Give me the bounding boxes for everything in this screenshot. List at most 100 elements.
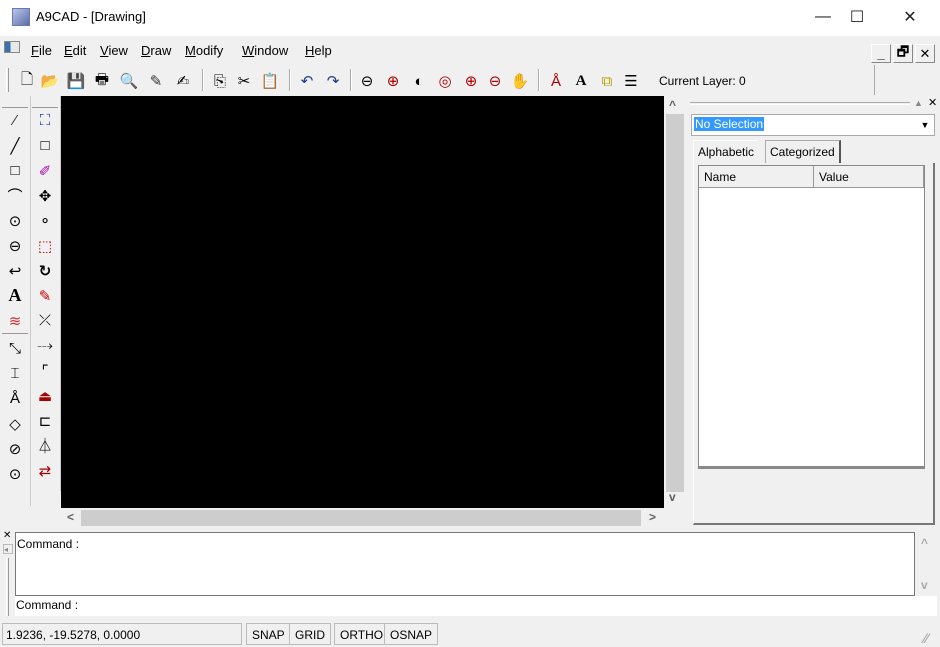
paste-icon[interactable]: 📋: [259, 70, 281, 92]
menu-draw[interactable]: Draw: [141, 43, 171, 58]
hatch-icon[interactable]: ≋: [2, 308, 28, 333]
zoom-out-icon[interactable]: ⊖: [484, 70, 506, 92]
mdi-close-button[interactable]: ✕: [915, 44, 935, 63]
panel-close-icon[interactable]: ✕: [928, 96, 937, 109]
properties-pen-icon[interactable]: ✎: [145, 70, 167, 92]
vertical-scrollbar[interactable]: ^ v: [664, 96, 686, 508]
print-icon[interactable]: 🖶: [91, 70, 113, 92]
text-icon[interactable]: A: [2, 283, 28, 308]
break-icon[interactable]: ⇄: [32, 458, 58, 483]
circle-icon[interactable]: ⊙: [2, 208, 28, 233]
arc-icon[interactable]: ⌒: [2, 183, 28, 208]
redo-icon[interactable]: ↷: [322, 70, 344, 92]
menu-help[interactable]: Help: [305, 43, 332, 58]
snap-toggle[interactable]: SNAP: [246, 623, 291, 645]
undo-icon[interactable]: ↶: [296, 70, 318, 92]
new-file-icon[interactable]: 🗋: [16, 70, 38, 92]
copy-object-icon[interactable]: ⚬: [32, 208, 58, 233]
ray-line-icon[interactable]: ⁄: [2, 108, 28, 133]
scroll-right-icon[interactable]: >: [649, 510, 656, 524]
open-folder-icon[interactable]: 📂: [39, 70, 61, 92]
blocks-icon[interactable]: ⧉: [596, 70, 618, 92]
erase-icon[interactable]: ✐: [32, 158, 58, 183]
save-icon[interactable]: 💾: [65, 70, 87, 92]
mdi-minimize-button[interactable]: _: [871, 44, 891, 63]
fillet-icon[interactable]: ⌜: [32, 358, 58, 383]
select-window-icon[interactable]: □: [32, 133, 58, 158]
scroll-left-icon[interactable]: <: [67, 510, 74, 524]
resize-grip-icon[interactable]: ⁄⁄: [924, 630, 929, 646]
diameter-dimension-icon[interactable]: ⊘: [2, 436, 28, 461]
selection-dropdown[interactable]: No Selection ▼: [691, 114, 935, 136]
menu-view[interactable]: View: [100, 43, 128, 58]
extend-icon[interactable]: ⤏: [32, 333, 58, 358]
match-properties-icon[interactable]: ✍: [172, 70, 194, 92]
scroll-track[interactable]: [666, 114, 684, 492]
toolbar-grip[interactable]: [32, 96, 58, 108]
aligned-dimension-icon[interactable]: ⤡: [2, 336, 28, 361]
panel-grip[interactable]: [690, 102, 910, 105]
copy-icon[interactable]: ⎘: [209, 70, 231, 92]
stretch-icon[interactable]: ⊏: [32, 408, 58, 433]
angular-dimension-icon[interactable]: ◇: [2, 411, 28, 436]
dimension-text-icon[interactable]: Å: [545, 70, 567, 92]
toolbar-grip[interactable]: [2, 96, 28, 108]
menu-edit[interactable]: Edit: [64, 43, 86, 58]
command-history[interactable]: Command :: [15, 532, 915, 596]
tab-alphabetic[interactable]: Alphabetic: [693, 140, 759, 163]
menu-modify[interactable]: Modify: [185, 43, 223, 58]
drawing-canvas[interactable]: [61, 96, 664, 508]
vertical-dimension-icon[interactable]: ⌶: [2, 361, 28, 386]
horizontal-scrollbar[interactable]: < >: [61, 508, 664, 528]
trim-icon[interactable]: ⤫: [32, 308, 58, 333]
tab-categorized[interactable]: Categorized: [765, 140, 841, 163]
move-icon[interactable]: ✥: [32, 183, 58, 208]
document-icon[interactable]: [4, 41, 20, 53]
command-close-icon[interactable]: ✕: [3, 530, 11, 541]
close-button[interactable]: ✕: [887, 0, 933, 34]
layers-icon[interactable]: ☰: [620, 70, 642, 92]
command-scroll-up-icon[interactable]: ^: [921, 536, 928, 550]
menu-window[interactable]: Window: [242, 43, 288, 58]
horizontal-dimension-icon[interactable]: Å: [2, 386, 28, 411]
rectangle-icon[interactable]: □: [2, 158, 28, 183]
explode-icon[interactable]: ✎: [32, 283, 58, 308]
scroll-down-icon[interactable]: v: [669, 490, 676, 504]
rotate-icon[interactable]: ↻: [32, 258, 58, 283]
print-preview-icon[interactable]: 🔍: [118, 70, 140, 92]
zoom-window-icon[interactable]: ⊖: [356, 70, 378, 92]
column-header-value[interactable]: Value: [814, 166, 924, 188]
command-collapse-icon[interactable]: ◂: [3, 544, 13, 554]
property-grid[interactable]: Name Value: [698, 165, 925, 467]
command-scroll-down-icon[interactable]: v: [921, 578, 928, 592]
mirror-icon[interactable]: ⏃: [32, 433, 58, 458]
toolbar-grip[interactable]: [6, 68, 9, 92]
radius-dimension-icon[interactable]: ⊙: [2, 461, 28, 486]
osnap-toggle[interactable]: OSNAP: [384, 623, 439, 645]
ellipse-icon[interactable]: ⊖: [2, 233, 28, 258]
mdi-restore-button[interactable]: 🗗: [893, 44, 913, 63]
scroll-track[interactable]: [81, 510, 641, 526]
zoom-previous-icon[interactable]: ◐: [408, 70, 430, 92]
line-icon[interactable]: ╱: [2, 133, 28, 158]
zoom-extents-icon[interactable]: ◎: [434, 70, 456, 92]
scroll-up-icon[interactable]: ^: [669, 98, 676, 112]
polyline-icon[interactable]: ↩: [2, 258, 28, 283]
column-header-name[interactable]: Name: [699, 166, 814, 188]
ortho-toggle[interactable]: ORTHO: [334, 623, 390, 645]
zoom-in-icon[interactable]: ⊕: [460, 70, 482, 92]
cut-icon[interactable]: ✂: [233, 70, 255, 92]
scale-icon[interactable]: ⬚: [32, 233, 58, 258]
select-icon[interactable]: ⛶: [32, 108, 58, 133]
chevron-down-icon[interactable]: ▼: [917, 116, 933, 134]
panel-expand-icon[interactable]: ▲: [914, 98, 923, 108]
maximize-button[interactable]: ☐: [834, 0, 880, 34]
grid-toggle[interactable]: GRID: [289, 623, 331, 645]
zoom-center-icon[interactable]: ⊕: [382, 70, 404, 92]
menu-file[interactable]: File: [31, 43, 52, 58]
command-input[interactable]: Command :: [15, 596, 937, 616]
offset-icon[interactable]: ⏏: [32, 383, 58, 408]
text-style-icon[interactable]: A: [570, 70, 592, 92]
command-grip[interactable]: [6, 558, 9, 616]
pan-hand-icon[interactable]: ✋: [509, 70, 531, 92]
